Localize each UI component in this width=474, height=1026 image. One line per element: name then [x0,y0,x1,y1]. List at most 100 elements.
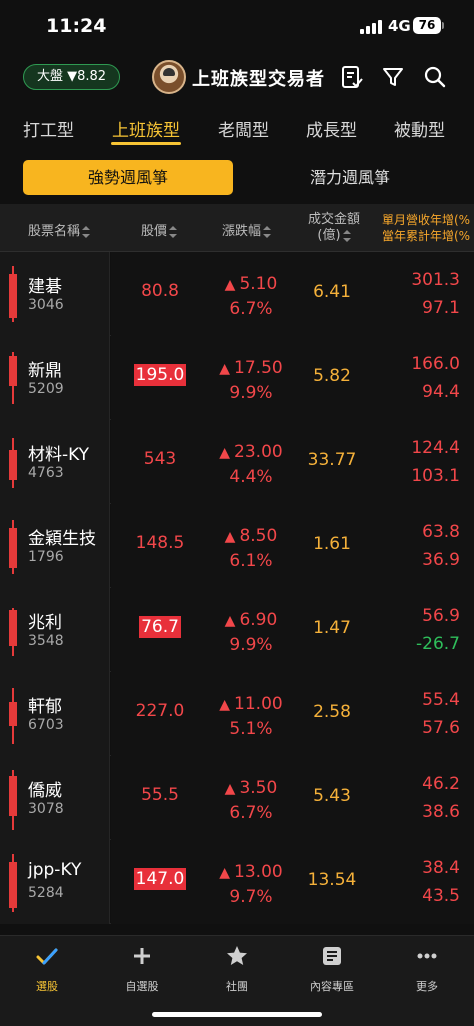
price-change: ▲ 3.50 6.7% [210,776,292,825]
table-row[interactable]: jpp-KY 5284 147.0 ▲ 13.00 9.7% 13.54 38.4 43.5 [0,840,474,924]
filter-icon[interactable] [381,65,405,89]
up-arrow-icon: ▲ [219,697,231,713]
change-percent: 6.7% [229,803,273,823]
page-title[interactable]: 上班族型交易者 [192,65,325,91]
candlestick-icon [9,252,17,336]
tab-category-4[interactable]: 成長型 [306,116,357,141]
change-percent: 4.4% [229,467,273,487]
growth-ytd: 97.1 [422,298,460,318]
price-change: ▲ 6.90 9.9% [210,608,292,657]
candlestick-icon [9,420,17,504]
revenue-growth: 124.4 103.1 [372,434,460,490]
note-check-icon[interactable] [340,65,364,89]
stock-price: 543 [143,449,177,469]
table-row[interactable]: 僑威 3078 55.5 ▲ 3.50 6.7% 5.43 46.2 38.6 [0,756,474,840]
growth-month: 56.9 [422,606,460,626]
growth-month: 166.0 [411,354,460,374]
table-row[interactable]: 兆利 3548 76.7 ▲ 6.90 9.9% 1.47 56.9 -26.7 [0,588,474,672]
table-row[interactable]: 建碁 3046 80.8 ▲ 5.10 6.7% 6.41 301.3 97.1 [0,252,474,336]
revenue-growth: 38.4 43.5 [372,854,460,910]
plus-icon [134,948,150,964]
candlestick-icon [9,672,17,756]
tab-category-5[interactable]: 被動型 [394,116,445,141]
nav-content[interactable]: 內容專區 [287,944,377,994]
stock-price: 76.7 [139,616,181,638]
table-row[interactable]: 材料-KY 4763 543 ▲ 23.00 4.4% 33.77 124.4 103.1 [0,420,474,504]
nav-watchlist[interactable]: 自選股 [97,944,187,994]
stock-name: 金穎生技 [28,529,96,549]
sort-icon [342,229,351,242]
name-cell: jpp-KY 5284 [0,840,110,924]
stock-price: 55.5 [141,785,179,805]
sort-icon [82,225,91,238]
stock-name: 軒郁 [28,697,62,717]
name-cell: 軒郁 6703 [0,672,110,756]
search-icon[interactable] [423,65,447,89]
tab-category-3[interactable]: 老闆型 [218,116,269,141]
column-header-growth[interactable]: 單月營收年增(% 當年累計年增(% [382,212,474,244]
category-tabs: 打工型 上班族型 老闆型 成長型 被動型 [0,108,474,150]
up-arrow-icon: ▲ [219,361,231,377]
sort-icon [169,225,178,238]
up-arrow-icon: ▲ [224,277,236,293]
stock-name: 兆利 [28,613,62,633]
name-cell: 僑威 3078 [0,756,110,840]
trade-amount: 13.54 [307,870,357,890]
candlestick-icon [9,588,17,672]
growth-ytd: 94.4 [422,382,460,402]
star-icon [227,946,247,965]
trade-amount: 1.47 [313,618,351,638]
price-change: ▲ 13.00 9.7% [210,860,292,909]
stock-name: 新鼎 [28,361,62,381]
network-label: 4G [388,17,411,35]
stock-price: 147.0 [133,868,187,890]
stock-code: 1796 [28,549,64,565]
stock-code: 4763 [28,465,64,481]
market-index-badge[interactable]: 大盤 ▼8.82 [23,64,120,90]
growth-month: 301.3 [411,270,460,290]
table-row[interactable]: 金穎生技 1796 148.5 ▲ 8.50 6.1% 1.61 63.8 36.9 [0,504,474,588]
revenue-growth: 166.0 94.4 [372,350,460,406]
growth-month: 124.4 [411,438,460,458]
sub-tabs: 強勢週風箏 潛力週風箏 [0,158,474,198]
name-cell: 建碁 3046 [0,252,110,336]
stock-price: 227.0 [135,701,185,721]
app-header: 大盤 ▼8.82 上班族型交易者 [0,52,474,102]
name-cell: 新鼎 5209 [0,336,110,420]
tab-category-1[interactable]: 打工型 [23,116,74,141]
price-change: ▲ 8.50 6.1% [210,524,292,573]
sub-tab-strong[interactable]: 強勢週風箏 [23,160,233,195]
stock-name: 僑威 [28,781,62,801]
growth-ytd: 36.9 [422,550,460,570]
table-row[interactable]: 新鼎 5209 195.0 ▲ 17.50 9.9% 5.82 166.0 94.4 [0,336,474,420]
nav-community[interactable]: 社團 [192,944,282,994]
price-change: ▲ 11.00 5.1% [210,692,292,741]
sort-icon [263,225,272,238]
up-arrow-icon: ▲ [224,781,236,797]
document-icon [323,947,341,965]
revenue-growth: 55.4 57.6 [372,686,460,742]
tab-category-2[interactable]: 上班族型 [112,116,180,141]
revenue-growth: 56.9 -26.7 [372,602,460,658]
change-percent: 5.1% [229,719,273,739]
trader-avatar [152,60,186,94]
growth-month: 38.4 [422,858,460,878]
growth-ytd: 43.5 [422,886,460,906]
nav-stock-picker[interactable]: 選股 [2,944,92,994]
change-percent: 9.9% [229,383,273,403]
stock-name: jpp-KY [28,860,82,880]
stock-code: 5209 [28,381,64,397]
revenue-growth: 46.2 38.6 [372,770,460,826]
nav-more[interactable]: 更多 [382,944,472,994]
up-arrow-icon: ▲ [219,865,231,881]
stock-list: 建碁 3046 80.8 ▲ 5.10 6.7% 6.41 301.3 97.1 新鼎 5209 19… [0,252,474,924]
price-change: ▲ 23.00 4.4% [210,440,292,489]
sub-tab-potential[interactable]: 潛力週風箏 [250,160,450,195]
column-header-price[interactable]: 股價 [141,220,178,239]
column-header-name[interactable]: 股票名稱 [28,220,91,239]
more-icon [417,953,437,959]
column-header-change[interactable]: 漲跌幅 [222,220,272,239]
column-header-amount[interactable]: 成交金額 (億) [303,212,365,244]
stock-code: 6703 [28,717,64,733]
table-row[interactable]: 軒郁 6703 227.0 ▲ 11.00 5.1% 2.58 55.4 57.6 [0,672,474,756]
